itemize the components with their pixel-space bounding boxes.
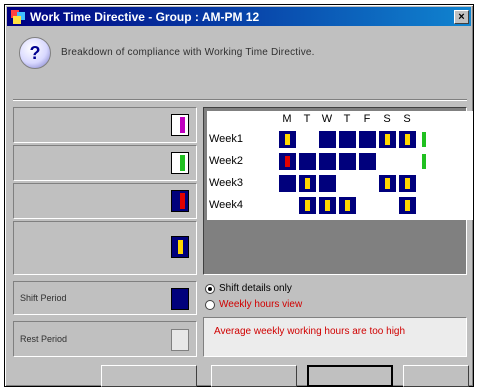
legend-item-weekly-hours <box>13 145 197 181</box>
schedule-cell <box>419 153 436 170</box>
option-shift-details[interactable]: Shift details only <box>205 283 292 294</box>
schedule-cell <box>279 175 296 192</box>
app-icon <box>11 9 25 24</box>
info-bar: ? Breakdown of compliance with Working T… <box>13 33 467 75</box>
schedule-grid: M T W T F S S Week1 Week2 Week3 Week4 <box>207 111 473 220</box>
day-header: W <box>321 113 333 125</box>
day-header: F <box>363 113 371 125</box>
schedule-cell <box>379 131 396 148</box>
close-icon[interactable]: × <box>454 9 469 24</box>
view-options: Shift details only Weekly hours view <box>203 281 467 313</box>
schedule-cell <box>359 153 376 170</box>
legend-swatch-red <box>171 190 189 212</box>
legend-swatch-yellow <box>171 236 189 258</box>
info-text: Breakdown of compliance with Working Tim… <box>61 47 315 58</box>
schedule-cell <box>299 175 316 192</box>
ok-button[interactable] <box>307 365 393 387</box>
week-label: Week4 <box>209 199 244 211</box>
legend-item-weekly-rest <box>13 107 197 143</box>
week-label: Week3 <box>209 177 244 189</box>
legend-item-break <box>13 221 197 275</box>
schedule-grid-panel: M T W T F S S Week1 Week2 Week3 Week4 <box>203 107 473 275</box>
schedule-cell <box>279 153 296 170</box>
schedule-cell <box>359 197 376 214</box>
legend-label: Shift Period <box>20 293 67 303</box>
day-header: M <box>282 113 292 125</box>
cancel-button[interactable] <box>403 365 469 387</box>
schedule-cell <box>279 197 296 214</box>
schedule-cell <box>279 131 296 148</box>
title-bar[interactable]: Work Time Directive - Group : AM-PM 12 × <box>7 7 471 26</box>
schedule-cell <box>379 197 396 214</box>
legend-swatch-purple <box>171 114 189 136</box>
next-button[interactable] <box>211 365 297 387</box>
legend-item-rest-period: Rest Period <box>13 321 197 357</box>
window-title: Work Time Directive - Group : AM-PM 12 <box>30 9 260 24</box>
legend-label: Rest Period <box>20 334 68 344</box>
option-weekly-hours[interactable]: Weekly hours view <box>205 299 302 310</box>
schedule-cell <box>339 175 356 192</box>
day-header: T <box>303 113 311 125</box>
week-label: Week1 <box>209 133 244 145</box>
schedule-cell <box>419 175 436 192</box>
separator <box>13 99 467 101</box>
legend-swatch-rest <box>171 329 189 351</box>
schedule-cell <box>299 131 316 148</box>
schedule-cell <box>319 153 336 170</box>
schedule-cell <box>359 131 376 148</box>
schedule-cell <box>419 197 436 214</box>
warning-text: Average weekly working hours are too hig… <box>214 326 406 337</box>
schedule-cell <box>299 197 316 214</box>
warning-box: Average weekly working hours are too hig… <box>203 317 467 357</box>
schedule-cell <box>419 131 436 148</box>
schedule-cell <box>339 197 356 214</box>
legend-swatch-green <box>171 152 189 174</box>
schedule-cell <box>299 153 316 170</box>
radio-button[interactable] <box>205 299 215 310</box>
day-header: T <box>343 113 351 125</box>
radio-button[interactable] <box>205 283 215 294</box>
schedule-cell <box>399 153 416 170</box>
legend-swatch-shift <box>171 288 189 310</box>
schedule-cell <box>319 131 336 148</box>
schedule-cell <box>399 197 416 214</box>
week-label: Week2 <box>209 155 244 167</box>
schedule-cell <box>339 153 356 170</box>
schedule-cell <box>319 197 336 214</box>
legend-item-daily-rest <box>13 183 197 219</box>
schedule-cell <box>339 131 356 148</box>
legend-item-shift-period: Shift Period <box>13 281 197 315</box>
schedule-cell <box>379 175 396 192</box>
schedule-cell <box>359 175 376 192</box>
help-icon: ? <box>19 37 51 69</box>
schedule-cell <box>399 175 416 192</box>
day-header: S <box>403 113 411 125</box>
schedule-cell <box>319 175 336 192</box>
back-button[interactable] <box>101 365 197 387</box>
schedule-cell <box>399 131 416 148</box>
option-label: Weekly hours view <box>219 299 303 310</box>
option-label: Shift details only <box>219 283 292 294</box>
day-header: S <box>383 113 391 125</box>
work-time-directive-dialog: Work Time Directive - Group : AM-PM 12 ×… <box>4 4 474 387</box>
schedule-cell <box>379 153 396 170</box>
